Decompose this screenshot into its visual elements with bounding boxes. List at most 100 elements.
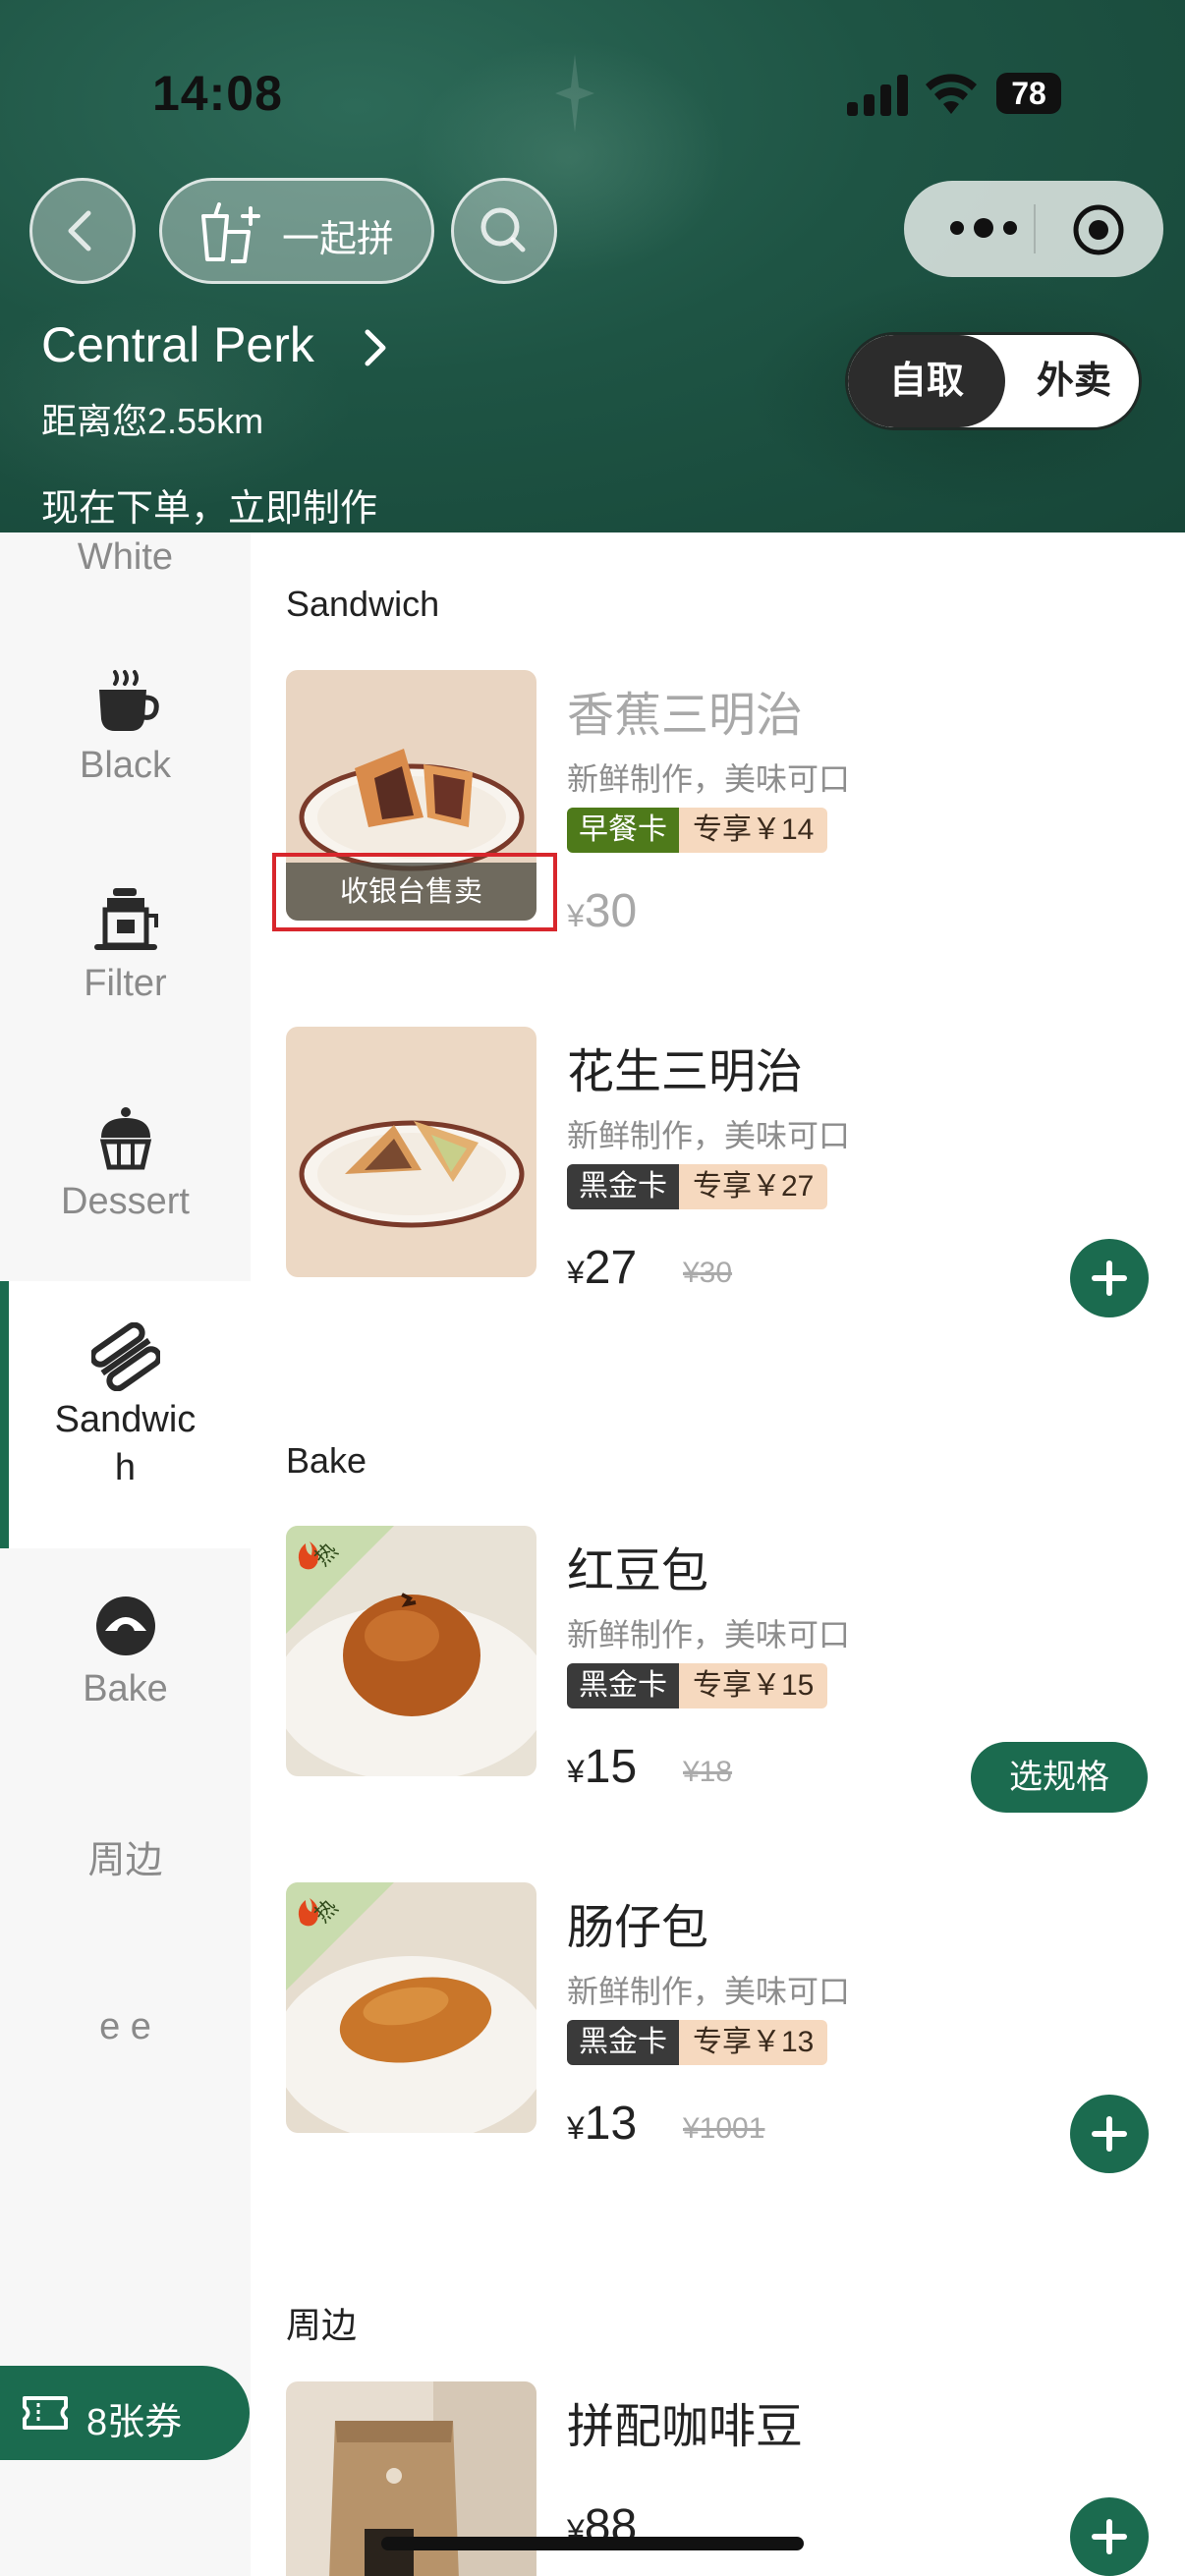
mini-program-capsule <box>904 181 1163 277</box>
category-ee[interactable]: e e <box>0 2006 251 2048</box>
currency-symbol: ¥ <box>567 1754 585 1789</box>
member-price-tag: 黑金卡 专享￥15 <box>567 1663 828 1708</box>
product-price: ¥13 <box>567 2097 637 2151</box>
product-image: 热 <box>286 1526 536 1776</box>
member-price: 专享￥27 <box>679 1164 828 1209</box>
product-name: 花生三明治 <box>567 1046 804 1098</box>
product-desc: 新鲜制作，美味可口 <box>567 761 851 797</box>
category-label: Black <box>80 745 171 786</box>
filter-kettle-icon <box>93 888 158 950</box>
coupon-button[interactable]: 8张券 <box>0 2366 250 2460</box>
member-price-tag: 早餐卡 专享￥14 <box>567 808 828 853</box>
member-price: 专享￥13 <box>679 2020 828 2065</box>
category-sandwich[interactable]: Sandwic h <box>0 1322 251 1489</box>
product-card[interactable]: 热 红豆包 新鲜制作，美味可口 黑金卡 专享￥15 ¥15 ¥18 选规格 <box>286 1526 1170 1813</box>
currency-symbol: ¥ <box>567 1255 585 1290</box>
status-time: 14:08 <box>152 66 283 121</box>
product-name: 红豆包 <box>567 1545 709 1597</box>
product-name: 拼配咖啡豆 <box>567 2401 804 2453</box>
original-price: ¥1001 <box>683 2112 765 2145</box>
hot-badge: 热 <box>286 1882 394 1990</box>
decor-star-icon <box>555 54 594 133</box>
category-label: Dessert <box>61 1181 190 1222</box>
category-merch[interactable]: 周边 <box>0 1829 251 1883</box>
coffee-cup-icon <box>98 670 159 731</box>
card-type: 黑金卡 <box>567 1663 679 1708</box>
store-header: 14:08 78 一起拼 Central Perk 距离您2.55km 现在下单… <box>0 0 1185 532</box>
product-price: ¥15 <box>567 1740 637 1794</box>
category-dessert[interactable]: Dessert <box>0 1104 251 1223</box>
category-black[interactable]: Black <box>0 668 251 787</box>
coupon-count: 8张券 <box>86 2402 183 2443</box>
product-price: ¥27 <box>567 1241 637 1295</box>
category-white[interactable]: White <box>0 536 251 579</box>
group-order-button[interactable]: 一起拼 <box>159 178 434 284</box>
cake-icon <box>99 1107 151 1170</box>
add-to-cart-button[interactable] <box>1070 2095 1149 2173</box>
cellular-signal-icon <box>847 75 910 116</box>
store-name[interactable]: Central Perk <box>41 316 314 373</box>
original-price: ¥30 <box>683 1257 733 1289</box>
category-label: e e <box>99 2006 151 2047</box>
ticket-icon <box>23 2396 68 2430</box>
highlight-box <box>272 853 557 931</box>
chevron-right-icon[interactable] <box>360 328 391 367</box>
price-value: 27 <box>584 1242 638 1294</box>
price-value: 15 <box>584 1741 638 1793</box>
more-icon[interactable] <box>947 210 1020 246</box>
home-indicator <box>381 2537 804 2550</box>
search-icon <box>480 207 526 252</box>
member-price: 专享￥14 <box>679 808 828 853</box>
close-target-icon[interactable] <box>1071 202 1126 257</box>
category-filter[interactable]: Filter <box>0 886 251 1005</box>
pickup-tab[interactable]: 自取 <box>848 335 1005 427</box>
product-image <box>286 1027 536 1277</box>
product-name: 香蕉三明治 <box>567 690 804 742</box>
original-price: ¥18 <box>683 1756 733 1788</box>
category-label: Filter <box>84 963 167 1004</box>
product-desc: 新鲜制作，美味可口 <box>567 1617 851 1652</box>
wifi-icon <box>926 74 977 114</box>
card-type: 早餐卡 <box>567 808 679 853</box>
section-title-merch: 周边 <box>286 2305 358 2345</box>
store-distance: 距离您2.55km <box>41 401 264 441</box>
back-button[interactable] <box>29 178 136 284</box>
select-options-button[interactable]: 选规格 <box>971 1742 1148 1813</box>
member-price-tag: 黑金卡 专享￥13 <box>567 2020 828 2065</box>
currency-symbol: ¥ <box>567 898 585 933</box>
member-price: 专享￥15 <box>679 1663 828 1708</box>
bake-icon <box>95 1596 155 1655</box>
group-order-label: 一起拼 <box>282 219 395 260</box>
battery-indicator: 78 <box>996 73 1061 114</box>
card-type: 黑金卡 <box>567 1164 679 1209</box>
chevron-left-icon <box>68 210 91 252</box>
drinks-icon <box>201 202 260 263</box>
category-bake[interactable]: Bake <box>0 1592 251 1710</box>
currency-symbol: ¥ <box>567 2110 585 2146</box>
price-value: 30 <box>584 885 638 937</box>
product-card[interactable]: 花生三明治 新鲜制作，美味可口 黑金卡 专享￥27 ¥27 ¥30 <box>286 1027 1170 1317</box>
order-mode-toggle: 自取 外卖 <box>845 332 1142 430</box>
hot-badge: 热 <box>286 1526 394 1634</box>
category-label: Bake <box>83 1668 168 1709</box>
sandwich-icon <box>90 1322 160 1391</box>
add-to-cart-button[interactable] <box>1070 2497 1149 2576</box>
category-label: h <box>114 1447 137 1488</box>
product-price: ¥30 <box>567 884 637 938</box>
section-title-sandwich: Sandwich <box>286 584 440 624</box>
add-to-cart-button[interactable] <box>1070 1239 1149 1317</box>
app-root: 14:08 78 一起拼 Central Perk 距离您2.55km 现在下单… <box>0 0 1185 2576</box>
search-button[interactable] <box>451 178 557 284</box>
product-desc: 新鲜制作，美味可口 <box>567 1974 851 2009</box>
delivery-tab[interactable]: 外卖 <box>1005 335 1139 427</box>
category-label: White <box>77 536 174 578</box>
product-image: 热 <box>286 1882 536 2133</box>
product-desc: 新鲜制作，美味可口 <box>567 1118 851 1153</box>
product-card[interactable]: 热 肠仔包 新鲜制作，美味可口 黑金卡 专享￥13 ¥13 ¥1001 <box>286 1882 1170 2173</box>
section-title-bake: Bake <box>286 1440 367 1481</box>
product-name: 肠仔包 <box>567 1902 709 1954</box>
card-type: 黑金卡 <box>567 2020 679 2065</box>
member-price-tag: 黑金卡 专享￥27 <box>567 1164 828 1209</box>
category-label: Sandwic <box>54 1399 197 1440</box>
category-label: 周边 <box>87 1840 163 1881</box>
